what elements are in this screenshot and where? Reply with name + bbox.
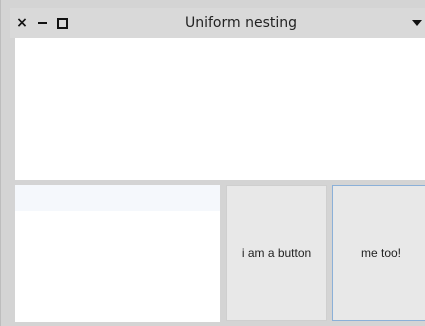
first-button[interactable]: i am a button: [226, 185, 327, 321]
title-bar[interactable]: × Uniform nesting: [10, 8, 425, 38]
second-button[interactable]: me too!: [332, 185, 425, 321]
chevron-down-icon[interactable]: [412, 20, 422, 26]
pane-highlight: [15, 185, 220, 211]
top-pane: [15, 38, 425, 180]
bottom-row: i am a button me too!: [15, 185, 425, 322]
bottom-left-pane: [15, 185, 220, 322]
app-window: × Uniform nesting i am a button me too!: [0, 0, 425, 326]
window-title: Uniform nesting: [184, 15, 298, 31]
